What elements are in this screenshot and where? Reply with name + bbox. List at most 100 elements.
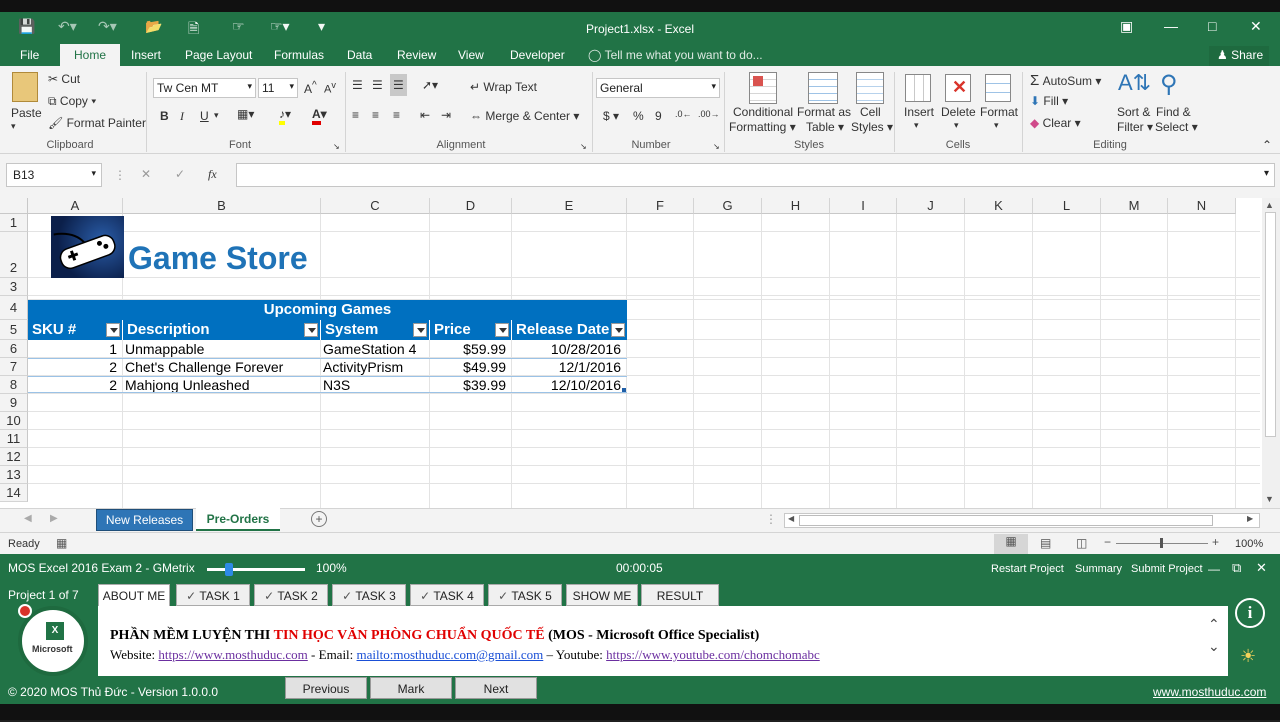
align-center-icon[interactable]: ≡ [372, 108, 379, 122]
submit-project-link[interactable]: Submit Project [1131, 563, 1203, 575]
column-header[interactable]: J [897, 198, 965, 214]
decrease-decimal-icon[interactable]: .00→ [698, 109, 720, 119]
column-header[interactable]: L [1033, 198, 1101, 214]
alignment-launcher-icon[interactable]: ↘ [580, 142, 587, 151]
paste-dropdown-icon[interactable]: ▾ [11, 121, 16, 132]
sort-filter-dropdown[interactable]: Filter ▾ [1117, 120, 1153, 134]
wrap-text-button[interactable]: ↵ Wrap Text [470, 80, 537, 94]
ribbon-display-icon[interactable]: ▣ [1120, 18, 1133, 35]
filter-dropdown-icon[interactable] [106, 323, 120, 337]
font-name-select[interactable]: Tw Cen MT ▾ [153, 78, 256, 98]
row-header[interactable]: 10 [0, 412, 28, 430]
header-price[interactable]: Price [430, 320, 512, 340]
row-header[interactable]: 7 [0, 358, 28, 376]
collapse-ribbon-icon[interactable]: ⌃ [1262, 138, 1272, 152]
comma-button[interactable]: 9 [655, 109, 662, 123]
tab-file[interactable]: File [20, 48, 39, 62]
filter-dropdown-icon[interactable] [611, 323, 625, 337]
gm-tab[interactable]: ✓ TASK 2 [254, 584, 328, 606]
row-header[interactable]: 12 [0, 448, 28, 466]
select-all-corner[interactable] [0, 198, 28, 214]
underline-icon[interactable]: U [200, 109, 209, 123]
format-painter-button[interactable]: 🖌 Format Painter [48, 116, 146, 130]
next-sheet-icon[interactable]: ▶ [50, 513, 58, 524]
gm-tab[interactable]: RESULT [641, 584, 719, 606]
number-format-select[interactable]: General ▾ [596, 78, 720, 98]
previous-button[interactable]: Previous [285, 677, 367, 699]
horizontal-scrollbar[interactable]: ◀ ▶ [784, 513, 1260, 528]
format-button[interactable]: Format [980, 105, 1018, 119]
find-select-button[interactable]: Find & [1156, 105, 1191, 119]
row-header[interactable]: 13 [0, 466, 28, 484]
tab-insert[interactable]: Insert [131, 48, 161, 62]
table-cell[interactable]: 2 [28, 359, 117, 375]
column-header[interactable]: N [1168, 198, 1236, 214]
tell-me-box[interactable]: ◯ Tell me what you want to do... [588, 48, 763, 62]
number-launcher-icon[interactable]: ↘ [713, 142, 720, 151]
table-cell[interactable]: GameStation 4 [321, 341, 424, 357]
table-cell[interactable]: 10/28/2016 [512, 341, 621, 357]
decrease-font-icon[interactable]: Av [324, 80, 336, 96]
insert-dropdown-icon[interactable]: ▾ [914, 120, 919, 131]
scroll-down-icon[interactable]: ▼ [1265, 494, 1274, 504]
tab-home[interactable]: Home [60, 44, 121, 66]
column-header[interactable]: B [123, 198, 321, 214]
table-cell[interactable]: 12/1/2016 [512, 359, 621, 375]
zoom-out-icon[interactable]: − [1104, 535, 1111, 549]
row-header[interactable]: 4 [0, 296, 28, 320]
header-description[interactable]: Description [123, 320, 321, 340]
new-sheet-icon[interactable]: + [311, 511, 327, 527]
confirm-entry-icon[interactable]: ✓ [175, 167, 185, 181]
column-header[interactable]: K [965, 198, 1033, 214]
filter-dropdown-icon[interactable] [413, 323, 427, 337]
zoom-in-icon[interactable]: + [1212, 535, 1219, 549]
row-header[interactable]: 5 [0, 320, 28, 340]
info-icon[interactable]: i [1235, 598, 1265, 628]
align-top-icon[interactable]: ☰ [352, 78, 363, 92]
content-scroll-up-icon[interactable]: ⌃ [1208, 616, 1220, 633]
header-system[interactable]: System [321, 320, 430, 340]
gm-tab[interactable]: ABOUT ME [98, 584, 170, 606]
sheet-tab-pre-orders[interactable]: Pre-Orders [196, 508, 280, 531]
share-button[interactable]: ♟ Share [1209, 46, 1269, 66]
format-as-table-dropdown[interactable]: Table ▾ [806, 120, 844, 134]
worksheet-grid[interactable]: ABCDEFGHIJKLMN 1 2 3 4 5 6 7 8 9 10 11 12 13 14 Game … [0, 198, 1280, 508]
row-header[interactable]: 9 [0, 394, 28, 412]
tab-data[interactable]: Data [347, 48, 372, 62]
column-header[interactable]: E [512, 198, 627, 214]
decrease-indent-icon[interactable]: ⇤ [420, 108, 430, 122]
insert-function-icon[interactable]: fx [208, 167, 217, 182]
split-handle-icon[interactable]: ⋮ [765, 512, 777, 526]
table-cell[interactable]: Chet's Challenge Forever [123, 359, 315, 375]
page-layout-view-icon[interactable]: ▤ [1040, 536, 1051, 550]
next-button[interactable]: Next [455, 677, 537, 699]
column-header[interactable]: I [830, 198, 897, 214]
table-cell[interactable]: N3S [321, 377, 424, 393]
zoom-level[interactable]: 100% [1235, 538, 1263, 550]
macro-record-icon[interactable]: ▦ [56, 536, 67, 550]
mark-complete-button[interactable]: Mark Complete [370, 677, 452, 718]
hint-lightbulb-icon[interactable]: ☀ [1240, 646, 1256, 667]
delete-dropdown-icon[interactable]: ▾ [954, 120, 959, 131]
row-header[interactable]: 1 [0, 214, 28, 232]
font-size-select[interactable]: 11 ▾ [258, 78, 298, 98]
row-header[interactable]: 2 [0, 232, 28, 278]
gm-tab[interactable]: ✓ TASK 1 [176, 584, 250, 606]
table-resize-handle[interactable] [622, 388, 626, 392]
column-header[interactable]: G [694, 198, 762, 214]
summary-link[interactable]: Summary [1075, 563, 1122, 575]
cancel-entry-icon[interactable]: ✕ [141, 167, 151, 181]
format-dropdown-icon[interactable]: ▾ [994, 120, 999, 131]
cell-styles-dropdown[interactable]: Styles ▾ [851, 120, 893, 134]
scroll-left-icon[interactable]: ◀ [788, 514, 794, 523]
page-break-view-icon[interactable]: ◫ [1076, 536, 1087, 550]
email-link[interactable]: mailto:mosthuduc.com@gmail.com [357, 647, 544, 662]
currency-button[interactable]: $ ▾ [603, 109, 619, 123]
font-color-icon[interactable]: A▾ [312, 107, 327, 125]
filter-dropdown-icon[interactable] [304, 323, 318, 337]
gm-tab[interactable]: SHOW ME [566, 584, 638, 606]
youtube-link[interactable]: https://www.youtube.com/chomchomabc [606, 647, 820, 662]
tab-formulas[interactable]: Formulas [274, 48, 324, 62]
filter-dropdown-icon[interactable] [495, 323, 509, 337]
sheet-tab-new-releases[interactable]: New Releases [96, 509, 193, 531]
